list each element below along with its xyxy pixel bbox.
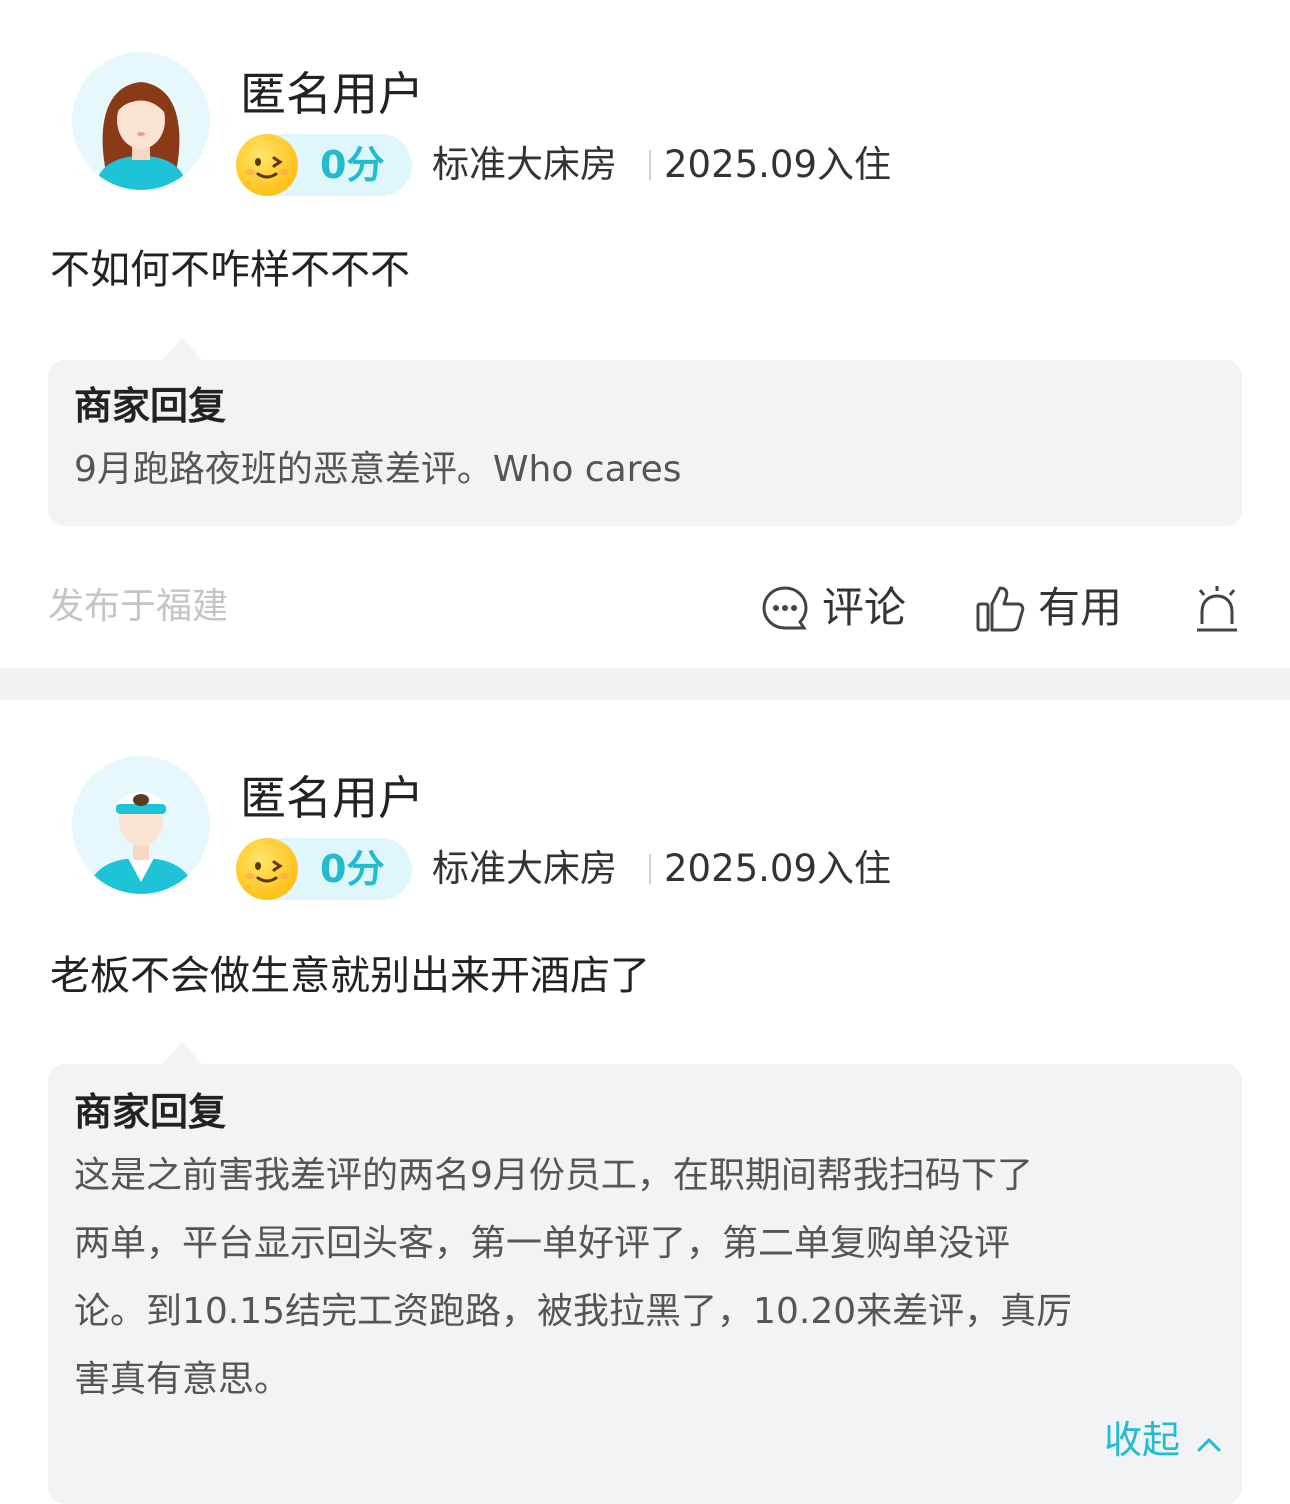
meta-divider xyxy=(649,150,651,180)
checkin-date: 2025.09入住 xyxy=(664,847,892,890)
reply-line: 论。到10.15结完工资跑路，被我拉黑了，10.20来差评，真厉 xyxy=(74,1291,1073,1332)
review-meta: 0分 标准大床房 2025.09入住 xyxy=(236,838,1136,900)
helpful-button[interactable]: 有用 xyxy=(974,580,1134,636)
score-value: 0分 xyxy=(320,847,385,891)
score-value: 0分 xyxy=(320,143,385,187)
review-meta: 0分 标准大床房 2025.09入住 xyxy=(236,134,1136,196)
post-location: 发布于福建 xyxy=(48,586,229,627)
reply-line: 两单，平台显示回头客，第一单好评了，第二单复购单没评 xyxy=(74,1223,1011,1264)
review-content: 老板不会做生意就别出来开酒店了 xyxy=(50,953,650,999)
comment-icon xyxy=(762,586,808,630)
user-name: 匿名用户 xyxy=(240,771,424,825)
reply-line: 这是之前害我差评的两名9月份员工，在职期间帮我扫码下了 xyxy=(74,1155,1033,1196)
section-divider xyxy=(0,668,1290,700)
collapse-label: 收起 xyxy=(1104,1418,1181,1462)
chevron-up-icon xyxy=(1197,1437,1221,1452)
alarm-icon xyxy=(1197,586,1237,632)
reply-title: 商家回复 xyxy=(74,384,227,428)
reply-text: 9月跑路夜班的恶意差评。Who cares xyxy=(74,449,682,490)
reply-arrow xyxy=(162,1042,202,1064)
reply-text: 这是之前害我差评的两名9月份员工，在职期间帮我扫码下了 两单，平台显示回头客，第… xyxy=(74,1142,1224,1414)
merchant-reply: 商家回复 这是之前害我差评的两名9月份员工，在职期间帮我扫码下了 两单，平台显示… xyxy=(48,1042,1242,1504)
thumbs-up-icon xyxy=(976,586,1025,632)
report-button[interactable] xyxy=(1194,580,1242,636)
comment-label: 评论 xyxy=(822,583,907,632)
male-avatar-icon[interactable] xyxy=(72,756,210,894)
merchant-reply: 商家回复 9月跑路夜班的恶意差评。Who cares xyxy=(48,338,1242,526)
reply-line: 害真有意思。 xyxy=(74,1359,291,1400)
score-badge: 0分 xyxy=(236,134,412,196)
checkin-date: 2025.09入住 xyxy=(664,143,892,186)
score-badge: 0分 xyxy=(236,838,412,900)
smiley-face-icon xyxy=(236,134,298,196)
helpful-label: 有用 xyxy=(1038,583,1123,632)
review-card: 匿名用户 0分 标准大床房 2025.09入住 老板不会做生意就别出来开酒店了 … xyxy=(0,756,1290,1504)
meta-divider xyxy=(649,854,651,884)
reply-arrow xyxy=(162,338,202,360)
smiley-face-icon xyxy=(236,838,298,900)
room-type: 标准大床房 xyxy=(432,847,617,890)
comment-button[interactable]: 评论 xyxy=(760,580,920,636)
review-card: 匿名用户 0分 标准大床房 2025.09入住 不如何不咋样不不不 商家回复 9… xyxy=(0,52,1290,668)
room-type: 标准大床房 xyxy=(432,143,617,186)
user-name: 匿名用户 xyxy=(240,67,424,121)
collapse-button[interactable]: 收起 xyxy=(1104,1414,1222,1466)
review-content: 不如何不咋样不不不 xyxy=(50,247,410,293)
female-avatar-icon[interactable] xyxy=(72,52,210,190)
reply-title: 商家回复 xyxy=(74,1090,227,1134)
